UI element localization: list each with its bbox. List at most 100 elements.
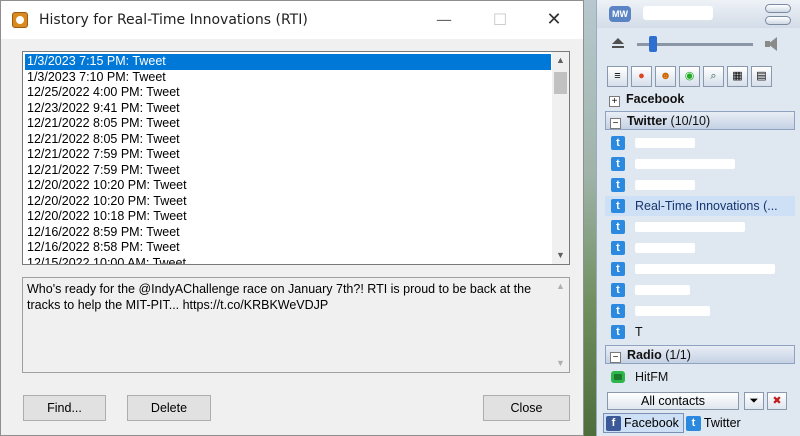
twitter-contact[interactable]: t (605, 154, 795, 174)
close-window-button[interactable]: ✕ (531, 1, 577, 39)
scroll-up-icon[interactable]: ▲ (552, 278, 569, 295)
group-radio[interactable]: − Radio (1/1) (605, 345, 795, 364)
history-list-item[interactable]: 12/21/2022 8:05 PM: Tweet (25, 116, 551, 132)
group-twitter[interactable]: − Twitter (10/10) (605, 111, 795, 130)
twitter-icon: t (685, 415, 701, 431)
group-facebook[interactable]: + Facebook (605, 90, 795, 109)
twitter-contact[interactable]: t Real-Time Innovations (... (605, 196, 795, 216)
group-count: (1/1) (665, 348, 691, 362)
app-logo-icon: MW (609, 6, 631, 22)
contact-name-redacted (635, 264, 775, 274)
scroll-up-icon[interactable]: ▲ (552, 52, 569, 69)
twitter-icon: t (611, 136, 625, 150)
status-green-icon[interactable]: ◉ (679, 66, 700, 87)
traffic-light-icon[interactable]: ● (631, 66, 652, 87)
contact-name-redacted (635, 243, 695, 253)
radio-contact-hitfm[interactable]: HitFM (605, 367, 795, 387)
history-list-item[interactable]: 12/21/2022 8:05 PM: Tweet (25, 132, 551, 148)
contact-name-redacted (635, 180, 695, 190)
maximize-button[interactable]: ☐ (477, 1, 523, 39)
list-menu-icon[interactable]: ≡ (607, 66, 628, 87)
history-list[interactable]: 1/3/2023 7:15 PM: Tweet 1/3/2023 7:10 PM:… (22, 51, 570, 265)
twitter-icon: t (611, 199, 625, 213)
history-list-item[interactable]: 12/25/2022 4:00 PM: Tweet (25, 85, 551, 101)
group-label: Facebook (626, 92, 685, 106)
twitter-icon: t (611, 178, 625, 192)
history-list-item[interactable]: 12/21/2022 7:59 PM: Tweet (25, 163, 551, 179)
group-label: Twitter (627, 114, 668, 128)
speaker-icon[interactable] (765, 37, 781, 51)
history-list-item[interactable]: 12/16/2022 8:58 PM: Tweet (25, 240, 551, 256)
twitter-contact[interactable]: t (605, 280, 795, 300)
user-name-redacted (643, 6, 713, 20)
minimize-panel-button[interactable] (765, 4, 791, 13)
radio-icon (611, 371, 625, 383)
close-button[interactable]: Close (483, 395, 570, 421)
toolbar: ≡ ● ☻ ◉ ⌕ ▦ ▤ (607, 66, 772, 88)
history-list-item[interactable]: 12/20/2022 10:20 PM: Tweet (25, 194, 551, 210)
contact-label: T (635, 325, 643, 339)
panel-header: MW (597, 0, 800, 28)
twitter-icon: t (611, 283, 625, 297)
message-preview[interactable]: Who's ready for the @IndyAChallenge race… (22, 277, 570, 373)
filter-icon[interactable]: ⏷ (744, 392, 764, 410)
twitter-contact[interactable]: t (605, 259, 795, 279)
collapse-icon[interactable]: − (610, 352, 621, 363)
history-list-item[interactable]: 12/16/2022 8:59 PM: Tweet (25, 225, 551, 241)
minimize-button[interactable]: — (421, 1, 467, 39)
twitter-icon: t (611, 157, 625, 171)
scroll-thumb[interactable] (554, 72, 567, 94)
history-list-item[interactable]: 12/21/2022 7:59 PM: Tweet (25, 147, 551, 163)
contact-label: Real-Time Innovations (... (635, 199, 778, 213)
contact-name-redacted (635, 285, 690, 295)
history-list-scrollbar[interactable]: ▲ ▼ (552, 52, 569, 264)
group-count: (10/10) (670, 114, 711, 128)
twitter-contact[interactable]: t (605, 217, 795, 237)
history-list-item[interactable]: 12/23/2022 9:41 PM: Tweet (25, 101, 551, 117)
users-icon[interactable]: ☻ (655, 66, 676, 87)
twitter-icon: t (611, 325, 625, 339)
history-list-item[interactable]: 1/3/2023 7:15 PM: Tweet (25, 54, 551, 70)
scroll-down-icon[interactable]: ▼ (552, 247, 569, 264)
all-contacts-button[interactable]: All contacts (607, 392, 739, 410)
history-dialog: History for Real-Time Innovations (RTI) … (0, 0, 584, 436)
app-clock-icon (12, 12, 28, 28)
history-list-item[interactable]: 12/15/2022 10:00 AM: Tweet (25, 256, 551, 265)
contact-name-redacted (635, 222, 745, 232)
twitter-contact[interactable]: tT (605, 322, 795, 342)
twitter-contact[interactable]: t (605, 238, 795, 258)
scroll-down-icon[interactable]: ▼ (552, 355, 569, 372)
group-label: Radio (627, 348, 662, 362)
history-list-item[interactable]: 1/3/2023 7:10 PM: Tweet (25, 70, 551, 86)
history-list-items: 1/3/2023 7:15 PM: Tweet 1/3/2023 7:10 PM:… (25, 54, 551, 265)
clear-filter-icon[interactable]: ✖ (767, 392, 787, 410)
eject-icon[interactable] (611, 38, 625, 50)
volume-slider-thumb[interactable] (649, 36, 657, 52)
message-scrollbar[interactable]: ▲ ▼ (552, 278, 569, 372)
close-panel-button[interactable] (765, 16, 791, 25)
tab-twitter[interactable]: t Twitter (684, 413, 745, 433)
contact-panel: MW ≡ ● ☻ ◉ ⌕ ▦ ▤ + Facebook − Twitter (10/… (596, 0, 800, 436)
search-icon[interactable]: ⌕ (703, 66, 724, 87)
expand-icon[interactable]: + (609, 96, 620, 107)
history-list-item[interactable]: 12/20/2022 10:18 PM: Tweet (25, 209, 551, 225)
network-tabs: f Facebook t Twitter (603, 413, 795, 433)
twitter-contact[interactable]: t (605, 133, 795, 153)
twitter-contact[interactable]: t (605, 175, 795, 195)
history-list-item[interactable]: 12/20/2022 10:20 PM: Tweet (25, 178, 551, 194)
collapse-icon[interactable]: − (610, 118, 621, 129)
facebook-icon: f (606, 415, 621, 431)
grid-view-icon[interactable]: ▦ (727, 66, 748, 87)
contact-name-redacted (635, 306, 710, 316)
tab-facebook[interactable]: f Facebook (603, 413, 684, 433)
window-title: History for Real-Time Innovations (RTI) (39, 12, 308, 28)
find-button[interactable]: Find... (23, 395, 106, 421)
twitter-icon: t (611, 304, 625, 318)
delete-button[interactable]: Delete (127, 395, 211, 421)
twitter-contact[interactable]: t (605, 301, 795, 321)
twitter-icon: t (611, 220, 625, 234)
message-text: Who's ready for the @IndyAChallenge race… (27, 282, 532, 312)
title-bar: History for Real-Time Innovations (RTI) … (1, 1, 583, 39)
contact-card-icon[interactable]: ▤ (751, 66, 772, 87)
tab-label: Facebook (624, 416, 679, 430)
